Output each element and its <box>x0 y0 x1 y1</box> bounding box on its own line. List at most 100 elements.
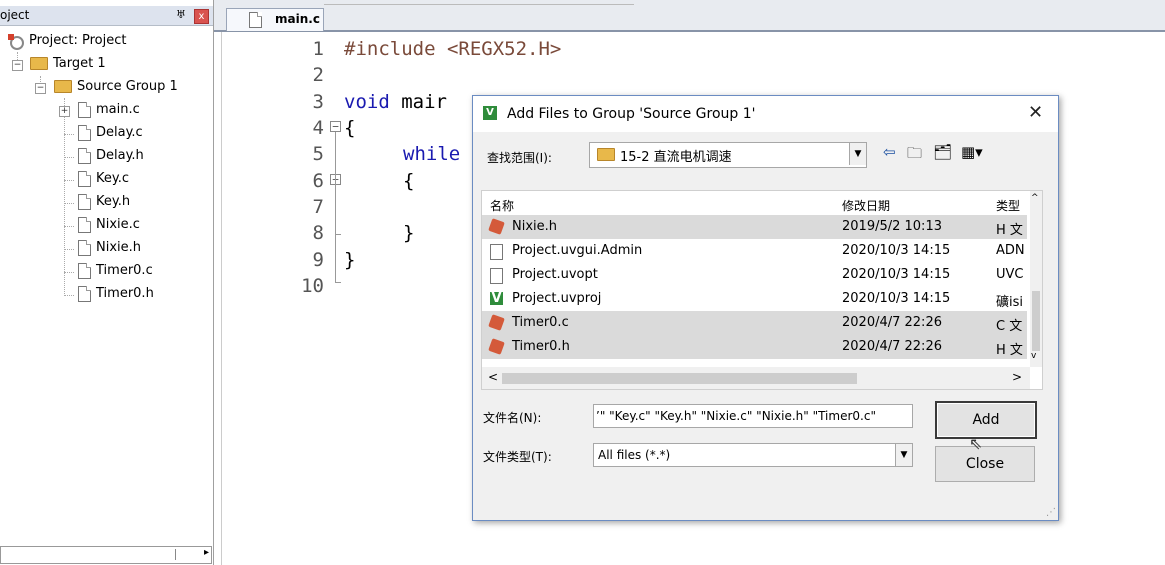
add-button[interactable]: Add <box>935 401 1037 439</box>
line-number: 5 <box>312 143 324 165</box>
back-icon[interactable]: ⇦ <box>883 143 896 161</box>
chevron-down-icon[interactable]: ▼ <box>849 143 866 165</box>
expand-toggle-icon[interactable]: + <box>59 106 70 117</box>
look-in-label: 查找范围(I): <box>487 151 552 165</box>
tree-item-label: Source Group 1 <box>77 79 178 94</box>
column-header-name[interactable]: 名称 <box>490 197 514 214</box>
tree-connector <box>64 98 65 296</box>
tree-item-project[interactable]: Project: Project <box>8 31 126 51</box>
look-in-dropdown[interactable]: 15-2 直流电机调速 ▼ <box>589 142 867 168</box>
scroll-down-icon[interactable]: v <box>1031 351 1036 361</box>
tree-item-file[interactable]: Timer0.c <box>78 261 153 281</box>
keyword-token: void <box>344 91 390 113</box>
line-number: 3 <box>312 91 324 113</box>
file-date: 2020/4/7 22:26 <box>842 315 942 330</box>
tree-item-file[interactable]: Delay.h <box>78 146 144 166</box>
view-menu-icon[interactable]: ▦▾ <box>961 143 983 161</box>
scroll-left-icon[interactable]: < <box>488 370 498 384</box>
code-line-4: { <box>344 117 356 139</box>
scroll-right-icon[interactable]: > <box>1012 370 1022 384</box>
up-folder-icon[interactable]: 🗀 <box>907 143 922 168</box>
file-name: Project.uvgui.Admin <box>512 243 643 258</box>
tree-connector <box>64 134 74 135</box>
tree-item-file[interactable]: Timer0.h <box>78 284 154 304</box>
file-list-vertical-scrollbar[interactable]: ^ v <box>1030 191 1042 367</box>
tree-item-file[interactable]: Nixie.c <box>78 215 140 235</box>
file-type: H 文 <box>996 343 1023 358</box>
file-icon <box>78 216 91 233</box>
collapse-toggle-icon[interactable]: − <box>35 83 46 94</box>
close-icon[interactable]: ✕ <box>1028 102 1043 123</box>
tree-connector <box>64 249 74 250</box>
folder-icon <box>54 80 72 93</box>
column-header-type[interactable]: 类型 <box>996 197 1020 214</box>
tree-item-file[interactable]: main.c <box>78 100 140 120</box>
tree-item-label: Timer0.c <box>96 263 153 278</box>
file-name: Project.uvproj <box>512 291 602 306</box>
add-files-dialog: V Add Files to Group 'Source Group 1' ✕ … <box>472 95 1059 521</box>
tree-connector <box>64 226 74 227</box>
tree-item-target[interactable]: Target 1 <box>30 54 106 74</box>
tree-item-source-group[interactable]: Source Group 1 <box>54 77 178 97</box>
tree-item-file[interactable]: Nixie.h <box>78 238 141 258</box>
filename-value: ’" "Key.c" "Key.h" "Nixie.c" "Nixie.h" "… <box>596 409 876 423</box>
scrollbar-thumb[interactable] <box>3 549 176 560</box>
c-source-icon <box>488 218 505 235</box>
close-button[interactable]: Close <box>935 446 1035 482</box>
fold-toggle-icon[interactable]: − <box>330 121 341 132</box>
column-header-date[interactable]: 修改日期 <box>842 197 890 214</box>
line-number: 10 <box>301 275 324 297</box>
file-type: UVC <box>996 267 1024 282</box>
tab-bar-divider <box>324 0 634 5</box>
file-name: Timer0.c <box>512 315 569 330</box>
tree-item-file[interactable]: Delay.c <box>78 123 143 143</box>
file-date: 2020/10/3 14:15 <box>842 267 951 282</box>
file-row[interactable]: Project.uvgui.Admin 2020/10/3 14:15 ADN <box>482 239 1027 263</box>
folder-icon <box>597 148 615 161</box>
scroll-up-icon[interactable]: ^ <box>1031 193 1039 203</box>
dialog-title-bar[interactable]: V Add Files to Group 'Source Group 1' ✕ <box>473 96 1058 132</box>
file-list-horizontal-scrollbar[interactable]: < > <box>482 367 1030 389</box>
c-source-icon <box>488 314 505 331</box>
file-icon <box>78 239 91 256</box>
close-pane-icon[interactable]: x <box>194 9 209 24</box>
file-row[interactable]: Timer0.c 2020/4/7 22:26 C 文 <box>482 311 1027 335</box>
scrollbar-thumb[interactable] <box>502 373 857 384</box>
file-type: ADN <box>996 243 1025 258</box>
file-row[interactable]: Project.uvopt 2020/10/3 14:15 UVC <box>482 263 1027 287</box>
resize-grip-icon[interactable]: ⋰ <box>1046 507 1056 518</box>
tab-main-c[interactable]: main.c <box>226 8 324 31</box>
filetype-select[interactable]: All files (*.*) ▼ <box>593 443 913 467</box>
target-folder-icon <box>30 57 48 70</box>
tree-connector <box>64 295 74 296</box>
pin-icon[interactable]: ♅ <box>176 8 186 21</box>
file-row[interactable]: Nixie.h 2019/5/2 10:13 H 文 <box>482 215 1027 239</box>
line-number: 8 <box>312 222 324 244</box>
new-folder-icon[interactable]: 🗂 <box>933 143 952 161</box>
tree-item-file[interactable]: Key.h <box>78 192 130 212</box>
tree-connector <box>64 157 74 158</box>
file-row[interactable]: V Project.uvproj 2020/10/3 14:15 礦isi <box>482 287 1027 311</box>
scrollbar-thumb[interactable] <box>1032 291 1040 351</box>
scroll-right-icon[interactable]: ▸ <box>204 547 209 558</box>
file-type: 礦isi <box>996 295 1023 310</box>
file-icon <box>78 124 91 141</box>
file-icon <box>78 262 91 279</box>
filetype-label: 文件类型(T): <box>483 450 552 464</box>
file-list[interactable]: 名称 ^ 修改日期 类型 Nixie.h 2019/5/2 10:13 H 文 … <box>481 190 1043 390</box>
file-icon <box>78 193 91 210</box>
project-pane-horizontal-scrollbar[interactable]: ▸ <box>0 546 212 564</box>
tree-item-file[interactable]: Key.c <box>78 169 129 189</box>
preprocessor-token: #include <box>344 38 436 60</box>
tree-connector <box>64 272 74 273</box>
collapse-toggle-icon[interactable]: − <box>12 60 23 71</box>
code-line-6: { <box>403 170 415 192</box>
uvision-icon: V <box>490 291 503 306</box>
tree-item-label: Delay.h <box>96 148 144 163</box>
tree-item-label: Delay.c <box>96 125 143 140</box>
filename-input[interactable]: ’" "Key.c" "Key.h" "Nixie.c" "Nixie.h" "… <box>593 404 913 428</box>
file-icon <box>490 244 503 260</box>
file-row[interactable]: Timer0.h 2020/4/7 22:26 H 文 <box>482 335 1027 359</box>
file-name: Timer0.h <box>512 339 570 354</box>
chevron-down-icon[interactable]: ▼ <box>895 444 912 466</box>
